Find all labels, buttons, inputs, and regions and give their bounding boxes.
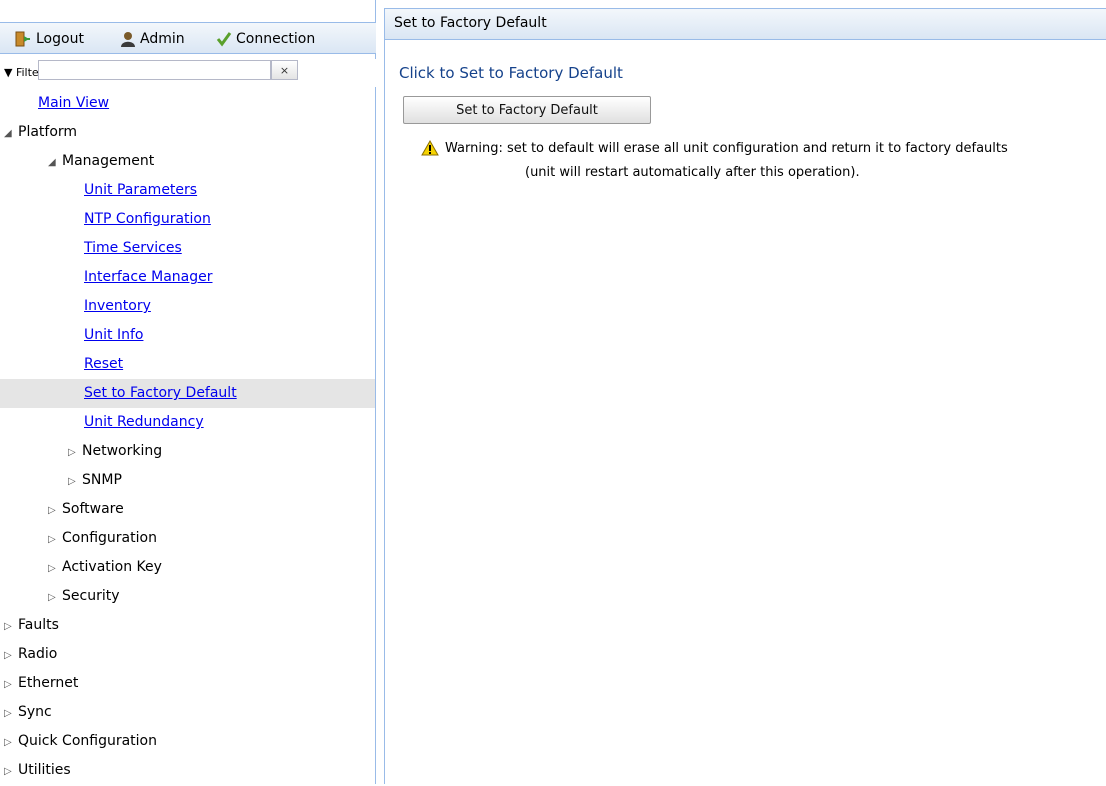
tree-item-label: Ethernet bbox=[18, 675, 79, 691]
tree-item[interactable]: ▷ Utilities bbox=[0, 756, 375, 785]
connection-label: Connection bbox=[236, 31, 316, 47]
tree-item[interactable]: ▷ Networking bbox=[0, 437, 375, 466]
tree-item[interactable]: ▷ Quick Configuration bbox=[0, 727, 375, 756]
warning-text: Warning: set to default will erase all u… bbox=[445, 141, 1008, 156]
tree-item-label: Sync bbox=[18, 704, 52, 720]
tree-item[interactable]: ▷ SNMP bbox=[0, 466, 375, 495]
filter-clear-button[interactable]: × bbox=[271, 60, 298, 80]
tree-item[interactable]: ▷ Software bbox=[0, 495, 375, 524]
tree-item[interactable]: ▷ Security bbox=[0, 582, 375, 611]
admin-label: Admin bbox=[140, 31, 185, 47]
tree-item[interactable]: Interface Manager bbox=[0, 263, 375, 292]
tree-item[interactable]: ▷ Sync bbox=[0, 698, 375, 727]
tree-item-label[interactable]: Time Services bbox=[84, 240, 182, 256]
tree-item-label: Networking bbox=[82, 443, 163, 459]
collapsed-arrow-icon[interactable]: ▷ bbox=[4, 728, 18, 757]
tree-item-label[interactable]: Unit Info bbox=[84, 327, 143, 343]
expanded-arrow-icon[interactable]: ◢ bbox=[4, 119, 18, 148]
collapsed-arrow-icon[interactable]: ▷ bbox=[4, 670, 18, 699]
page-header: Set to Factory Default bbox=[384, 8, 1106, 40]
tree-item-label: Quick Configuration bbox=[18, 733, 157, 749]
tree-item[interactable]: ▷ Faults bbox=[0, 611, 375, 640]
tree-item-label: Configuration bbox=[62, 530, 157, 546]
collapsed-arrow-icon[interactable]: ▷ bbox=[4, 612, 18, 641]
set-factory-default-button[interactable]: Set to Factory Default bbox=[403, 96, 651, 124]
expanded-arrow-icon[interactable]: ◢ bbox=[48, 148, 62, 177]
tree-item-label: Management bbox=[62, 153, 155, 169]
tree-item[interactable]: Unit Redundancy bbox=[0, 408, 375, 437]
tree-item-label: Utilities bbox=[18, 762, 71, 778]
collapsed-arrow-icon[interactable]: ▷ bbox=[48, 525, 62, 554]
collapsed-arrow-icon[interactable]: ▷ bbox=[68, 438, 82, 467]
tree-item-label[interactable]: Reset bbox=[84, 356, 123, 372]
collapsed-arrow-icon[interactable]: ▷ bbox=[4, 641, 18, 670]
tree-item[interactable]: NTP Configuration bbox=[0, 205, 375, 234]
section-label: Click to Set to Factory Default bbox=[399, 64, 623, 82]
admin-button[interactable]: Admin bbox=[120, 31, 185, 47]
collapsed-arrow-icon[interactable]: ▷ bbox=[68, 467, 82, 496]
logout-icon bbox=[15, 31, 30, 47]
tree-item-label[interactable]: Unit Redundancy bbox=[84, 414, 204, 430]
tree-item-label: SNMP bbox=[82, 472, 122, 488]
tree-item-label[interactable]: Interface Manager bbox=[84, 269, 213, 285]
logout-button[interactable]: Logout bbox=[14, 31, 84, 47]
tree-item-label: Activation Key bbox=[62, 559, 162, 575]
warning-icon bbox=[421, 140, 439, 156]
collapsed-arrow-icon[interactable]: ▷ bbox=[48, 554, 62, 583]
tree-item[interactable]: Reset bbox=[0, 350, 375, 379]
checkmark-icon bbox=[216, 32, 232, 47]
tree-item[interactable]: Inventory bbox=[0, 292, 375, 321]
collapsed-arrow-icon[interactable]: ▷ bbox=[4, 699, 18, 728]
tree-item[interactable]: Main View bbox=[0, 89, 375, 118]
tree-item[interactable]: Set to Factory Default bbox=[0, 379, 375, 408]
tree-item-label[interactable]: NTP Configuration bbox=[84, 211, 211, 227]
filter-input[interactable] bbox=[38, 60, 271, 80]
collapsed-arrow-icon[interactable]: ▷ bbox=[48, 496, 62, 525]
top-toolbar: Logout Admin Connection bbox=[0, 22, 376, 54]
tree-item-label[interactable]: Inventory bbox=[84, 298, 151, 314]
tree-item[interactable]: ◢ Platform bbox=[0, 118, 375, 147]
tree-item[interactable]: ▷ Configuration bbox=[0, 524, 375, 553]
warning-text-detail: (unit will restart automatically after t… bbox=[525, 165, 860, 180]
tree-item-label: Platform bbox=[18, 124, 78, 140]
connection-button[interactable]: Connection bbox=[216, 31, 315, 47]
tree-item-label: Security bbox=[62, 588, 120, 604]
tree-item-label: Software bbox=[62, 501, 124, 517]
page-content: Click to Set to Factory Default Set to F… bbox=[384, 40, 1106, 784]
collapsed-arrow-icon[interactable]: ▷ bbox=[48, 583, 62, 612]
collapsed-arrow-icon[interactable]: ▷ bbox=[4, 757, 18, 786]
tree-item-label: Radio bbox=[18, 646, 58, 662]
logout-label: Logout bbox=[36, 31, 84, 47]
tree-item[interactable]: Unit Parameters bbox=[0, 176, 375, 205]
tree-item-label[interactable]: Main View bbox=[38, 95, 109, 111]
navigation-panel: Logout Admin Connection ▼ Filter × Main … bbox=[0, 0, 376, 784]
page-title: Set to Factory Default bbox=[394, 15, 547, 31]
user-icon bbox=[121, 32, 135, 47]
tree-item[interactable]: Time Services bbox=[0, 234, 375, 263]
tree-item[interactable]: Unit Info bbox=[0, 321, 375, 350]
tree-item-label[interactable]: Set to Factory Default bbox=[84, 385, 237, 401]
close-icon: × bbox=[279, 63, 290, 77]
tree-item[interactable]: ▷ Activation Key bbox=[0, 553, 375, 582]
tree-item-label[interactable]: Unit Parameters bbox=[84, 182, 197, 198]
tree-item[interactable]: ▷ Radio bbox=[0, 640, 375, 669]
tree-item[interactable]: ◢ Management bbox=[0, 147, 375, 176]
tree-item[interactable]: ▷ Ethernet bbox=[0, 669, 375, 698]
tree-item-label: Faults bbox=[18, 617, 59, 633]
